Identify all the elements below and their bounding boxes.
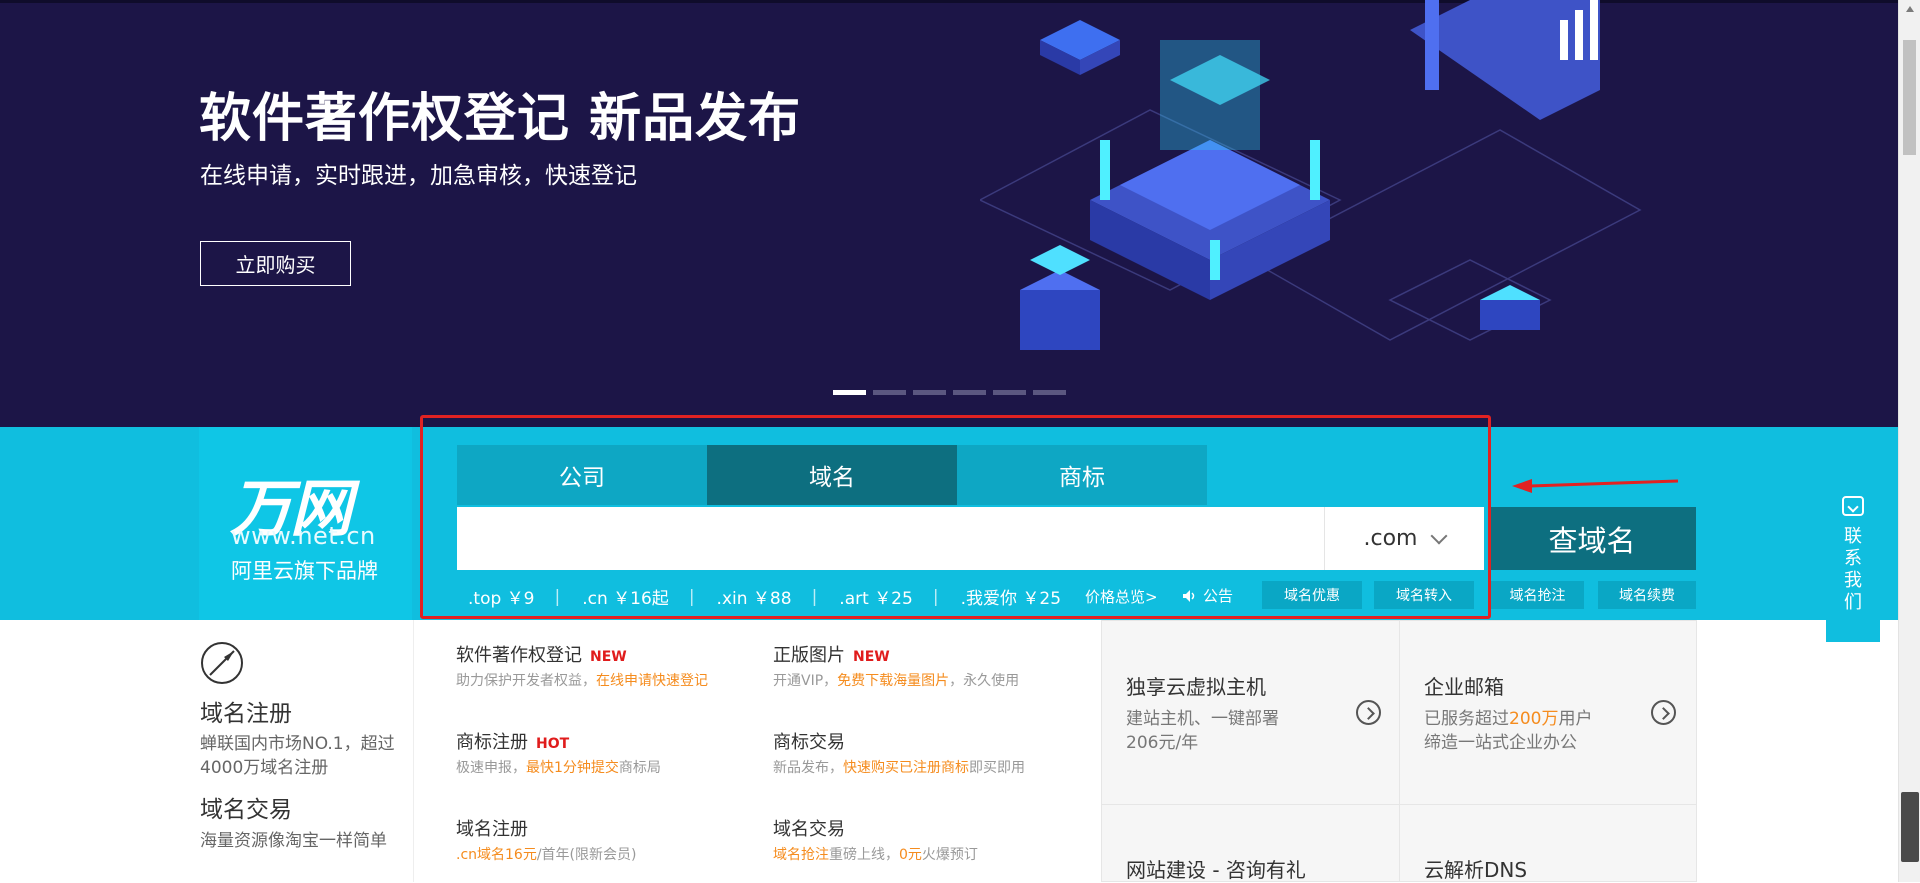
brand-tagline: 阿里云旗下品牌 [231,559,378,583]
carousel-dot[interactable] [873,390,906,395]
divider: | [554,586,561,607]
domain-trade-title[interactable]: 域名交易 [200,790,292,824]
tld-price-link[interactable]: .xin ￥88 [715,584,812,609]
buy-now-button[interactable]: 立即购买 [200,241,351,286]
carousel-dot[interactable] [953,390,986,395]
service-copyright-title[interactable]: 软件著作权登记 NEW [456,641,627,667]
service-trademark-trade-desc: 新品发布，快速购买已注册商标即买即用 [773,760,1025,776]
carousel-dot[interactable] [833,390,866,395]
service-domain-reg-desc: .cn域名16元/首年(限新会员) [456,847,637,863]
tld-price-list: .top ￥9 | .cn ￥16起 | .xin ￥88 | .art ￥25… [466,584,1158,610]
domain-trade-desc: 海量资源像淘宝一样简单 [200,831,387,851]
tab-trademark[interactable]: 商标 [957,445,1207,505]
contact-us-float-button[interactable]: 联系我们 [1826,484,1880,642]
hero-title: 软件著作权登记 新品发布 [199,89,802,149]
service-copyright-desc: 助力保护开发者权益，在线申请快速登记 [456,673,708,689]
hero-banner: 软件著作权登记 新品发布 在线申请，实时跟进，加急审核，快速登记 立即购买 [0,0,1898,427]
carousel-dot[interactable] [913,390,946,395]
hot-badge: HOT [536,736,570,752]
chevron-down-icon [1430,527,1448,544]
tld-dropdown[interactable]: .com [1324,507,1484,570]
service-domain-trade-desc: 域名抢注重磅上线，0元火爆预订 [773,847,978,863]
arrow-right-circle-icon[interactable] [1651,700,1676,725]
domain-registration-title[interactable]: 域名注册 [200,694,292,728]
card-website-building[interactable]: 网站建设 - 咨询有礼 [1101,804,1400,882]
speaker-icon [1183,589,1195,602]
service-trademark-reg-title[interactable]: 商标注册 HOT [456,728,569,754]
carousel-dot[interactable] [993,390,1026,395]
search-domain-button[interactable]: 查域名 [1488,507,1696,570]
service-images-desc: 开通VIP，免费下载海量图片，永久使用 [773,673,1020,689]
tab-domain[interactable]: 域名 [707,445,957,505]
domain-discount-button[interactable]: 域名优惠 [1262,581,1362,609]
carousel-dot[interactable] [1033,390,1066,395]
service-trademark-reg-desc: 极速申报，最快1分钟提交商标局 [456,760,661,776]
compass-icon [201,642,243,684]
new-badge: NEW [590,649,627,665]
domain-registration-desc: 蝉联国内市场NO.1，超过4000万域名注册 [200,734,395,778]
carousel-dots [833,390,1066,395]
tld-selected-value: .com [1363,526,1418,551]
column-divider [413,620,414,882]
page-scrollbar[interactable] [1898,0,1920,882]
search-tabs: 公司 域名 商标 [457,445,1207,505]
price-overview-link[interactable]: 价格总览> [1085,586,1158,607]
arrow-right-circle-icon[interactable] [1356,700,1381,725]
divider: | [688,586,695,607]
side-widget-handle[interactable] [1901,792,1919,862]
domain-backorder-button[interactable]: 域名抢注 [1491,581,1584,609]
card-virtual-host[interactable]: 独享云虚拟主机 建站主机、一键部署 206元/年 [1101,620,1400,805]
service-images-title[interactable]: 正版图片 NEW [773,641,890,667]
contact-us-label: 联系我们 [1844,526,1862,613]
domain-transfer-button[interactable]: 域名转入 [1374,581,1474,609]
hero-subtitle: 在线申请，实时跟进，加急审核，快速登记 [200,163,637,189]
domain-renewal-button[interactable]: 域名续费 [1598,581,1696,609]
red-arrow-annotation [1512,479,1679,493]
tld-price-link[interactable]: .art ￥25 [837,584,933,609]
service-domain-trade-title[interactable]: 域名交易 [773,815,845,841]
domain-search-input[interactable] [457,507,1324,570]
isometric-server-illustration [980,0,1642,350]
chat-bubble-icon [1842,496,1864,516]
tab-company[interactable]: 公司 [457,445,707,505]
card-cloud-dns[interactable]: 云解析DNS [1399,804,1697,882]
tld-price-link[interactable]: .cn ￥16起 [580,584,689,609]
service-trademark-trade-title[interactable]: 商标交易 [773,728,845,754]
brand-url: www.net.cn [231,522,376,550]
announcement-link[interactable]: 公告 [1182,585,1233,606]
service-domain-reg-title[interactable]: 域名注册 [456,815,528,841]
tld-price-link[interactable]: .top ￥9 [466,584,555,609]
divider: | [811,586,818,607]
new-badge: NEW [853,649,890,665]
card-enterprise-email[interactable]: 企业邮箱 已服务超过200万用户 缔造一站式企业办公 [1399,620,1697,805]
scroll-up-arrow-icon[interactable] [1906,6,1914,12]
tld-price-link[interactable]: .我爱你 ￥25 [959,584,1081,609]
scrollbar-thumb[interactable] [1903,40,1916,155]
divider: | [932,586,939,607]
